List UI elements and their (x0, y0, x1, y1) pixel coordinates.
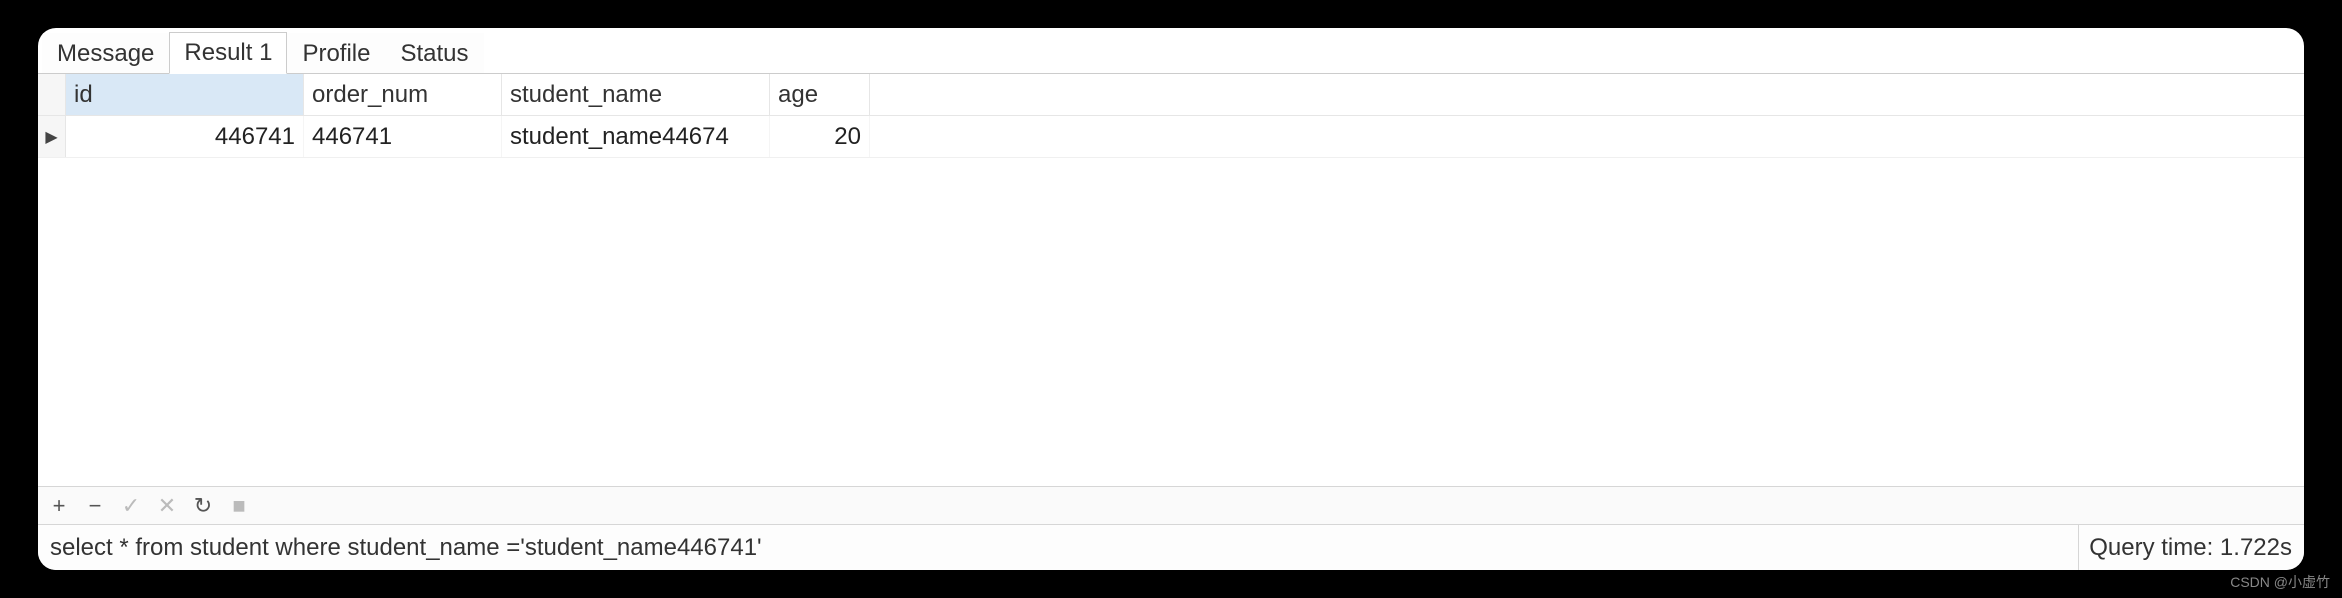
result-grid: id order_num student_name age ▶ 446741 4… (38, 74, 2304, 486)
stop-button[interactable]: ■ (228, 495, 250, 517)
watermark-text: CSDN @小虚竹 (2230, 572, 2330, 592)
cell-id[interactable]: 446741 (66, 116, 304, 157)
tab-message[interactable]: Message (42, 33, 169, 74)
column-header-student-name[interactable]: student_name (502, 74, 770, 115)
column-header-age[interactable]: age (770, 74, 870, 115)
cell-order-num[interactable]: 446741 (304, 116, 502, 157)
table-row[interactable]: ▶ 446741 446741 student_name44674 20 (38, 116, 2304, 158)
tab-status[interactable]: Status (385, 33, 483, 74)
stop-icon: ■ (232, 493, 245, 519)
apply-changes-button[interactable]: ✓ (120, 495, 142, 517)
check-icon: ✓ (122, 493, 140, 519)
row-marker-header (38, 74, 66, 115)
cancel-changes-button[interactable]: ✕ (156, 495, 178, 517)
grid-toolbar: + − ✓ ✕ ↻ ■ (38, 486, 2304, 524)
tab-bar: Message Result 1 Profile Status (38, 28, 2304, 74)
add-row-button[interactable]: + (48, 495, 70, 517)
grid-header: id order_num student_name age (38, 74, 2304, 116)
executed-query-text: select * from student where student_name… (50, 534, 2068, 562)
delete-row-button[interactable]: − (84, 495, 106, 517)
results-panel: Message Result 1 Profile Status id order… (38, 28, 2304, 570)
status-bar: select * from student where student_name… (38, 524, 2304, 570)
close-icon: ✕ (158, 493, 176, 519)
status-divider (2078, 525, 2079, 570)
query-time-label: Query time: 1.722s (2089, 534, 2292, 562)
grid-body: ▶ 446741 446741 student_name44674 20 (38, 116, 2304, 486)
tab-profile[interactable]: Profile (287, 33, 385, 74)
cell-age[interactable]: 20 (770, 116, 870, 157)
refresh-icon: ↻ (194, 493, 212, 519)
cell-student-name[interactable]: student_name44674 (502, 116, 770, 157)
current-row-indicator-icon: ▶ (38, 116, 66, 157)
column-header-id[interactable]: id (66, 74, 304, 115)
plus-icon: + (53, 493, 66, 519)
tab-result-1[interactable]: Result 1 (169, 32, 287, 74)
column-header-order-num[interactable]: order_num (304, 74, 502, 115)
refresh-button[interactable]: ↻ (192, 495, 214, 517)
minus-icon: − (89, 493, 102, 519)
